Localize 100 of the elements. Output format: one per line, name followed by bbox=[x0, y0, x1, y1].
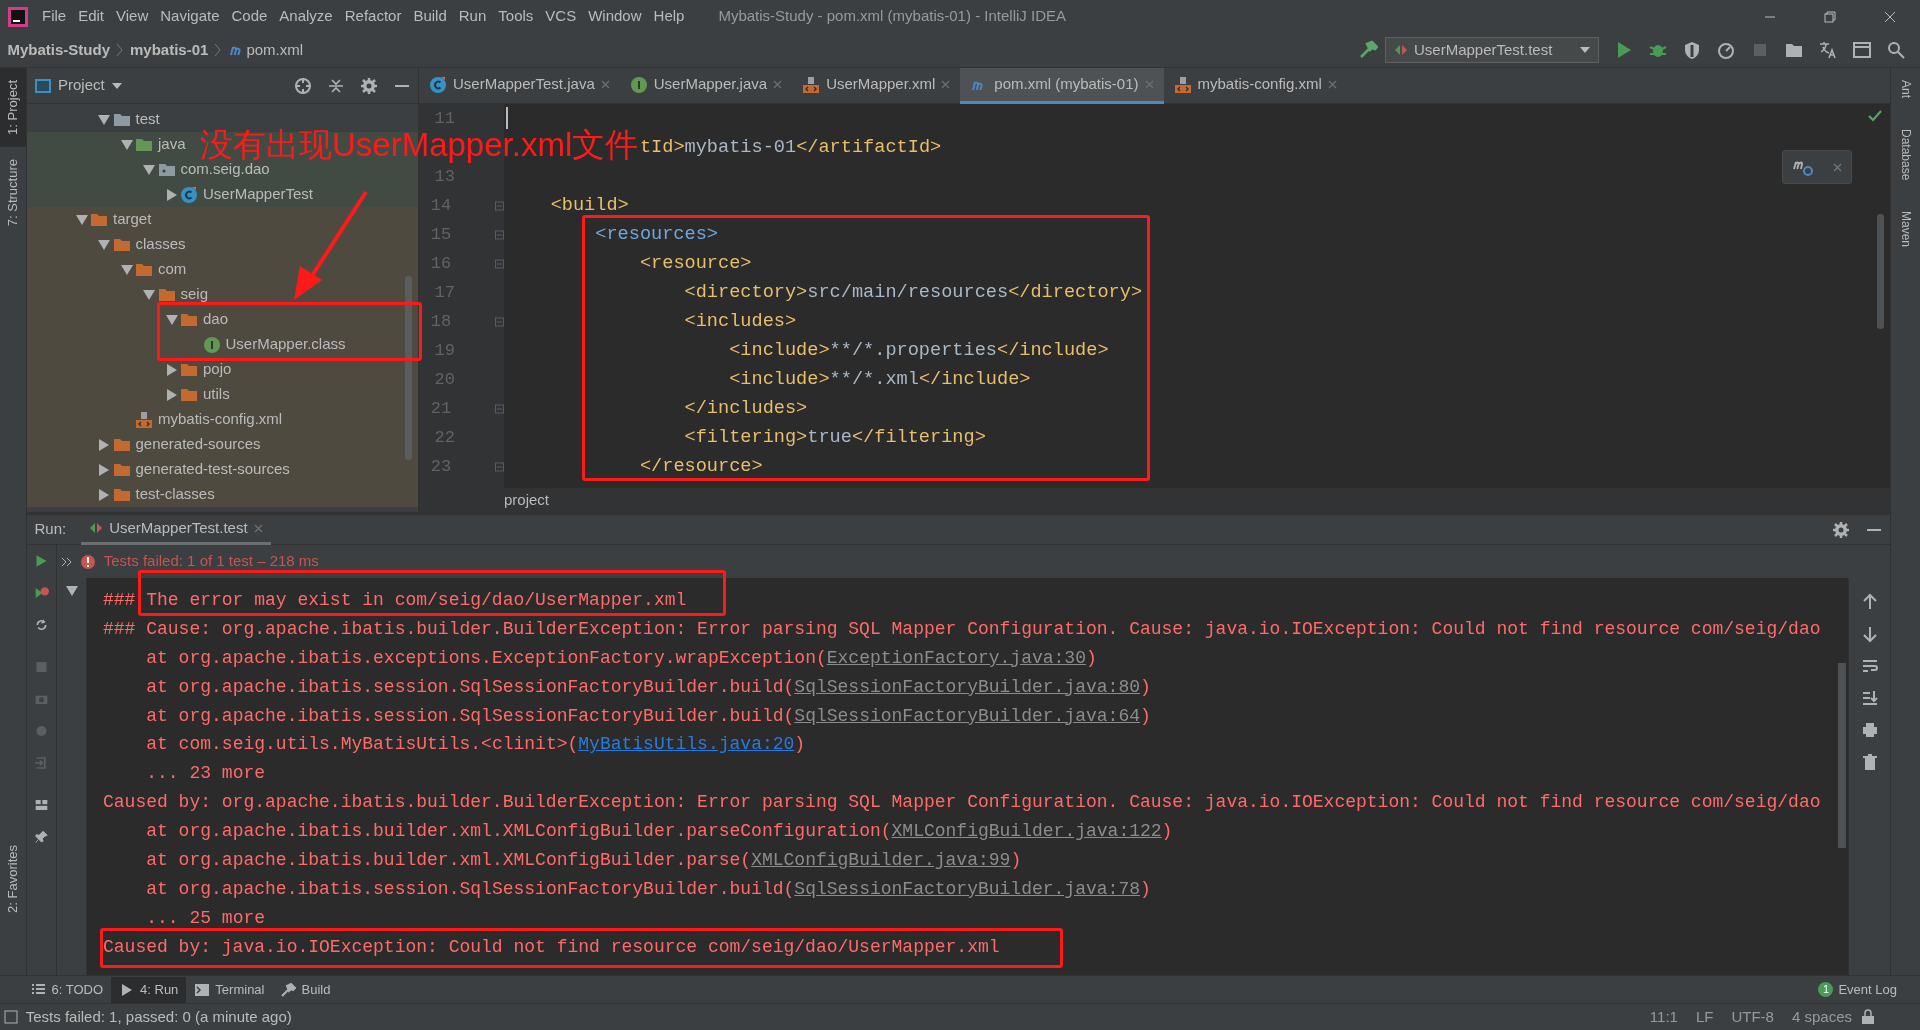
tree-item[interactable]: dao bbox=[163, 308, 229, 331]
tree-item[interactable]: utils bbox=[163, 383, 230, 406]
layout-icon[interactable] bbox=[1851, 40, 1872, 60]
run-tab[interactable]: UserMapperTest.test bbox=[81, 514, 271, 545]
editor-tab[interactable]: UserMapper.java bbox=[619, 68, 793, 104]
scrollbar[interactable] bbox=[1838, 663, 1846, 848]
settings-icon[interactable] bbox=[1831, 520, 1850, 539]
status-item[interactable]: 4 spaces bbox=[1782, 1005, 1861, 1029]
panel-title[interactable]: Project bbox=[58, 74, 105, 97]
collapsed-arrow-icon[interactable] bbox=[166, 363, 177, 376]
tree-item[interactable]: target bbox=[73, 208, 152, 231]
tree-item[interactable]: com bbox=[118, 258, 187, 281]
fold-marker-icon[interactable] bbox=[495, 200, 504, 211]
scrollbar[interactable] bbox=[405, 276, 412, 460]
locate-icon[interactable] bbox=[293, 76, 312, 95]
tree-item[interactable]: pojo bbox=[163, 358, 232, 381]
tool-window-tab[interactable]: 4: Run bbox=[111, 976, 187, 1003]
fold-marker-icon[interactable] bbox=[495, 461, 504, 472]
expanded-arrow-icon[interactable] bbox=[143, 164, 155, 175]
event-log-button[interactable]: 1 Event Log bbox=[1810, 976, 1905, 1003]
tool-window-tab[interactable]: 6: TODO bbox=[22, 976, 112, 1003]
breadcrumb-item[interactable]: mybatis-01 bbox=[130, 38, 209, 62]
editor-tab[interactable]: pom.xml (mybatis-01) bbox=[960, 68, 1164, 104]
menu-item[interactable]: File bbox=[36, 5, 73, 28]
editor-tab[interactable]: UserMapperTest.java bbox=[419, 68, 620, 104]
trash-icon[interactable] bbox=[1860, 752, 1879, 771]
tool-window-tab[interactable]: 7: Structure bbox=[0, 146, 26, 239]
status-item[interactable]: UTF-8 bbox=[1722, 1005, 1783, 1029]
tool-window-tab[interactable]: Terminal bbox=[186, 976, 273, 1003]
tool-window-tab[interactable]: Database bbox=[1891, 120, 1920, 189]
print-icon[interactable] bbox=[1860, 720, 1879, 739]
menu-item[interactable]: Analyze bbox=[273, 5, 339, 28]
collapsed-arrow-icon[interactable] bbox=[99, 488, 109, 501]
collapsed-arrow-icon[interactable] bbox=[99, 463, 109, 476]
menu-item[interactable]: Code bbox=[225, 5, 274, 28]
tool-window-tab[interactable]: 1: Project bbox=[0, 68, 26, 147]
folder-icon bbox=[112, 437, 131, 452]
breadcrumb-item[interactable]: project bbox=[504, 489, 550, 512]
collapsed-arrow-icon[interactable] bbox=[99, 438, 109, 451]
console-line: at org.apache.ibatis.builder.xml.XMLConfigBuilder.parseConfiguration(XMLConfigBuilder.java:122) bbox=[146, 821, 1173, 842]
tree-item[interactable]: java bbox=[118, 133, 186, 156]
expanded-arrow-icon[interactable] bbox=[65, 585, 78, 596]
editor-tab[interactable]: UserMapper.xml bbox=[792, 68, 961, 104]
settings-icon[interactable] bbox=[359, 76, 378, 95]
down-arrow-icon[interactable] bbox=[1860, 624, 1879, 643]
menu-item[interactable]: Tools bbox=[492, 5, 540, 28]
scroll-to-end-icon[interactable] bbox=[1860, 688, 1879, 707]
expanded-arrow-icon[interactable] bbox=[143, 289, 155, 300]
close-icon[interactable] bbox=[1832, 162, 1842, 172]
fold-marker-icon[interactable] bbox=[495, 316, 504, 327]
tool-window-tab[interactable]: Build bbox=[272, 976, 339, 1003]
interface-icon bbox=[202, 335, 221, 354]
menu-item[interactable]: VCS bbox=[539, 5, 583, 28]
tool-window-tab[interactable]: 2: Favorites bbox=[0, 833, 26, 925]
fold-marker-icon[interactable] bbox=[495, 258, 504, 269]
tool-window-tab[interactable]: Ant bbox=[1891, 71, 1920, 106]
scrollbar[interactable] bbox=[1877, 214, 1884, 329]
folder-icon bbox=[180, 387, 198, 402]
collapsed-arrow-icon[interactable] bbox=[166, 188, 177, 201]
tree-item[interactable]: seig bbox=[140, 283, 209, 306]
expanded-arrow-icon[interactable] bbox=[120, 139, 133, 150]
folder-icon bbox=[157, 287, 176, 302]
console-line: ### The error may exist in com/seig/dao/UserMapper.xml bbox=[103, 590, 687, 610]
menu-item[interactable]: Edit bbox=[72, 5, 111, 28]
interface-icon bbox=[629, 75, 648, 94]
tree-item[interactable]: test bbox=[95, 108, 160, 131]
expanded-arrow-icon[interactable] bbox=[165, 314, 178, 325]
breadcrumb-item[interactable]: pom.xml bbox=[246, 38, 304, 62]
menu-item[interactable]: Help bbox=[647, 5, 691, 28]
chevron-icon bbox=[214, 43, 223, 57]
menu-item[interactable]: View bbox=[110, 5, 155, 28]
collapsed-arrow-icon[interactable] bbox=[166, 388, 177, 401]
panel-toggle-icon[interactable] bbox=[3, 1010, 18, 1024]
expanded-arrow-icon[interactable] bbox=[75, 214, 88, 225]
restore-icon[interactable] bbox=[1822, 8, 1838, 25]
lock-icon[interactable] bbox=[1861, 1009, 1875, 1025]
fold-marker-icon[interactable] bbox=[495, 229, 504, 240]
menu-item[interactable]: Run bbox=[452, 5, 493, 28]
breadcrumb-item[interactable]: Mybatis-Study bbox=[7, 38, 110, 62]
expanded-arrow-icon[interactable] bbox=[120, 264, 133, 275]
menu-item[interactable]: Refactor bbox=[338, 5, 408, 28]
collapse-icon[interactable] bbox=[326, 76, 345, 95]
gauge-icon[interactable] bbox=[1715, 40, 1736, 60]
search-icon[interactable] bbox=[1885, 40, 1906, 60]
caret-icon[interactable] bbox=[112, 82, 123, 89]
status-item[interactable]: LF bbox=[1686, 1005, 1723, 1029]
menu-item[interactable]: Build bbox=[407, 5, 453, 28]
status-item[interactable]: 11:1 bbox=[1640, 1005, 1687, 1029]
menu-item[interactable]: Navigate bbox=[154, 5, 226, 28]
fold-marker-icon[interactable] bbox=[495, 403, 504, 414]
expanded-arrow-icon[interactable] bbox=[98, 114, 110, 125]
expand-icon[interactable] bbox=[60, 555, 73, 568]
tool-window-tab[interactable]: Maven bbox=[1891, 203, 1920, 256]
menu-item[interactable]: Window bbox=[582, 5, 648, 28]
run-configuration-dropdown[interactable]: UserMapperTest.test bbox=[1385, 37, 1599, 63]
translate-icon[interactable] bbox=[1817, 40, 1838, 60]
folder-icon bbox=[112, 237, 131, 252]
pin-icon[interactable] bbox=[34, 828, 49, 846]
editor-tab[interactable]: mybatis-config.xml bbox=[1163, 68, 1347, 104]
expanded-arrow-icon[interactable] bbox=[98, 239, 110, 250]
